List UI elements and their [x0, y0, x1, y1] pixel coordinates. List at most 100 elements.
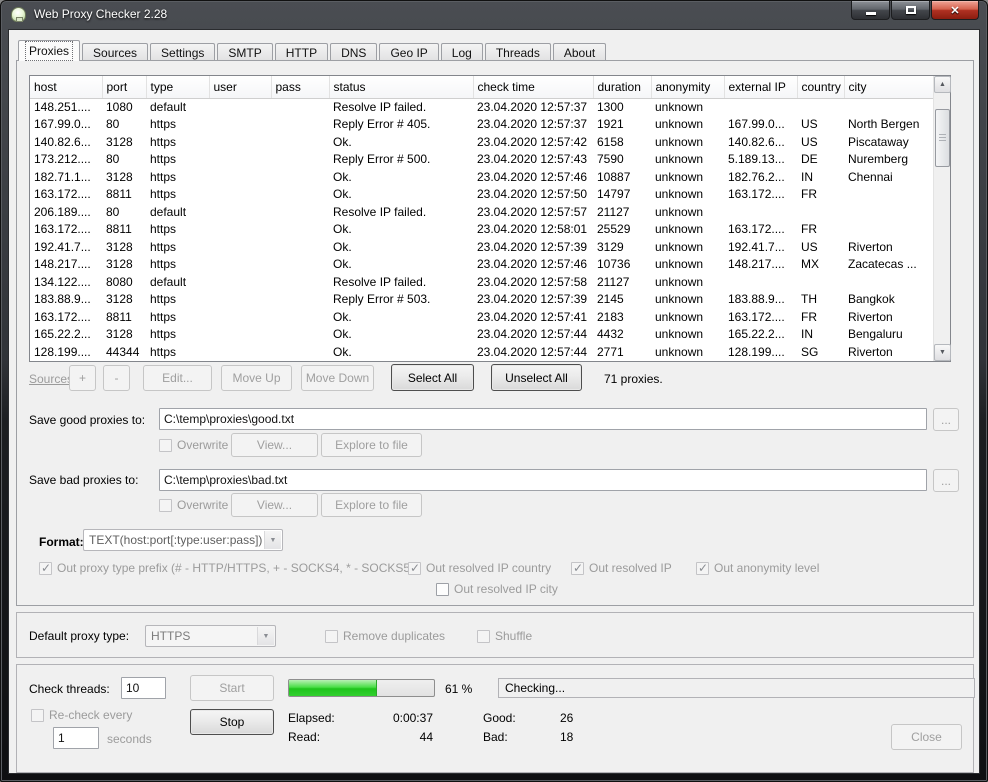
table-cell — [844, 221, 933, 239]
table-cell: 163.172.... — [728, 222, 785, 237]
table-cell: https — [150, 257, 177, 272]
save-good-path-input[interactable] — [159, 408, 927, 430]
minimize-button[interactable] — [851, 1, 890, 20]
out-prefix-checkbox[interactable]: Out proxy type prefix (# - HTTP/HTTPS, +… — [39, 561, 414, 575]
tab-proxies[interactable]: Proxies — [18, 40, 81, 61]
tab-settings[interactable]: Settings — [150, 43, 216, 60]
tab-about[interactable]: About — [552, 43, 607, 60]
column-header[interactable]: external IP — [724, 76, 798, 99]
table-cell: 2771 — [597, 344, 624, 359]
default-proxy-type-dropdown[interactable]: HTTPS ▼ — [145, 625, 276, 647]
table-cell: unknown — [655, 152, 704, 167]
table-cell — [271, 221, 329, 239]
table-row[interactable]: 206.189.... 80 default Resolve IP failed. 23… — [30, 203, 933, 221]
table-cell: 183.88.9... — [34, 292, 91, 307]
bad-label: Bad: — [483, 730, 508, 744]
tab-smtp[interactable]: SMTP — [217, 43, 273, 60]
progress-fill — [289, 680, 378, 696]
remove-button[interactable]: - — [103, 365, 130, 391]
recheck-seconds-input[interactable] — [53, 727, 99, 749]
column-header[interactable]: city — [844, 76, 934, 99]
close-window-button[interactable]: ✕ — [931, 1, 979, 20]
table-row[interactable]: 148.251.... 1080 default Resolve IP failed.… — [30, 98, 933, 116]
remove-duplicates-checkbox[interactable]: Remove duplicates — [325, 629, 445, 643]
add-button[interactable]: + — [69, 365, 96, 391]
table-row[interactable]: 163.172.... 8811 https Ok. 23.04.2020 12:57:… — [30, 186, 933, 204]
table-cell: 167.99.0... — [728, 117, 785, 132]
tab-http[interactable]: HTTP — [274, 43, 329, 60]
table-row[interactable]: 163.172.... 8811 https Ok. 23.04.2020 12:57:… — [30, 308, 933, 326]
table-row[interactable]: 128.199.... 44344 https Ok. 23.04.2020 12:57… — [30, 343, 933, 361]
out-country-checkbox[interactable]: Out resolved IP country — [408, 561, 551, 575]
shuffle-checkbox[interactable]: Shuffle — [477, 629, 532, 643]
column-header[interactable]: anonymity — [651, 76, 725, 99]
move-up-button[interactable]: Move Up — [221, 365, 292, 391]
save-good-browse-button[interactable]: ... — [933, 408, 959, 431]
table-row[interactable]: 192.41.7... 3128 https Ok. 23.04.2020 12:57:… — [30, 238, 933, 256]
table-cell: Ok. — [333, 187, 352, 202]
scroll-up-icon[interactable]: ▲ — [934, 76, 951, 93]
tab-dns[interactable]: DNS — [330, 43, 378, 60]
out-ip-checkbox[interactable]: Out resolved IP — [571, 561, 672, 575]
table-cell: 5.189.13... — [728, 152, 785, 167]
save-bad-path-input[interactable] — [159, 469, 927, 491]
recheck-checkbox[interactable]: Re-check every — [31, 708, 132, 722]
scrollbar-thumb[interactable] — [935, 109, 950, 167]
check-threads-input[interactable] — [121, 677, 166, 699]
scroll-down-icon[interactable]: ▼ — [934, 344, 951, 361]
move-down-button[interactable]: Move Down — [301, 365, 374, 391]
table-row[interactable]: 163.172.... 8811 https Ok. 23.04.2020 12:58:… — [30, 221, 933, 239]
column-header[interactable]: user — [209, 76, 272, 99]
save-bad-browse-button[interactable]: ... — [933, 469, 959, 492]
save-good-view-button[interactable]: View... — [231, 433, 318, 457]
save-bad-explore-button[interactable]: Explore to file — [321, 493, 422, 517]
column-header[interactable]: port — [102, 76, 147, 99]
tab-threads[interactable]: Threads — [484, 43, 551, 60]
table-row[interactable]: 173.212.... 80 https Reply Error # 500. 23.0… — [30, 151, 933, 169]
vertical-scrollbar[interactable]: ▲ ▼ — [933, 76, 951, 361]
save-good-explore-button[interactable]: Explore to file — [321, 433, 422, 457]
out-city-checkbox[interactable]: Out resolved IP city — [436, 582, 558, 596]
save-bad-overwrite-checkbox[interactable]: Overwrite — [159, 498, 228, 512]
table-row[interactable]: 165.22.2... 3128 https Ok. 23.04.2020 12:57:… — [30, 326, 933, 344]
column-header[interactable]: duration — [593, 76, 652, 99]
table-row[interactable]: 182.71.1... 3128 https Ok. 23.04.2020 12:57:… — [30, 168, 933, 186]
table-cell: 148.217.... — [728, 257, 785, 272]
column-header[interactable]: status — [329, 76, 474, 99]
table-row[interactable]: 140.82.6... 3128 https Ok. 23.04.2020 12:57:… — [30, 133, 933, 151]
edit-button[interactable]: Edit... — [143, 365, 212, 391]
tab-geo-ip[interactable]: Geo IP — [379, 43, 439, 60]
table-cell: https — [150, 134, 177, 149]
unselect-all-button[interactable]: Unselect All — [491, 364, 582, 391]
table-cell: North Bergen — [848, 117, 920, 132]
table-row[interactable]: 183.88.9... 3128 https Reply Error # 503. 23… — [30, 291, 933, 309]
select-all-button[interactable]: Select All — [391, 364, 474, 391]
table-row[interactable]: 148.217.... 3128 https Ok. 23.04.2020 12:57:… — [30, 256, 933, 274]
column-header[interactable]: country — [797, 76, 845, 99]
title-bar[interactable]: Web Proxy Checker 2.28 ✕ — [1, 1, 987, 29]
start-button[interactable]: Start — [190, 675, 274, 701]
column-header[interactable]: host — [30, 76, 103, 99]
tab-sources[interactable]: Sources — [82, 43, 149, 60]
table-row[interactable]: 167.99.0... 80 https Reply Error # 405. 23.0… — [30, 116, 933, 134]
proxy-list[interactable]: host port type user pass status check time dura… — [29, 75, 951, 362]
stop-button[interactable]: Stop — [190, 709, 274, 735]
table-row[interactable]: 134.122.... 8080 default Resolve IP failed.… — [30, 273, 933, 291]
table-cell: https — [150, 222, 177, 237]
save-bad-view-button[interactable]: View... — [231, 493, 318, 517]
table-cell — [271, 238, 329, 256]
tab-log[interactable]: Log — [440, 43, 483, 60]
column-header[interactable]: pass — [271, 76, 330, 99]
column-header[interactable]: check time — [473, 76, 594, 99]
tab-label: Settings — [161, 46, 205, 60]
out-anonymity-checkbox[interactable]: Out anonymity level — [696, 561, 819, 575]
elapsed-label: Elapsed: — [288, 711, 335, 725]
table-cell: IN — [801, 327, 813, 342]
column-header[interactable]: type — [146, 76, 210, 99]
close-button[interactable]: Close — [891, 724, 962, 750]
sources-link[interactable]: Sources — [29, 372, 73, 386]
table-cell — [271, 98, 329, 116]
save-good-overwrite-checkbox[interactable]: Overwrite — [159, 438, 228, 452]
maximize-button[interactable] — [891, 1, 930, 20]
format-dropdown[interactable]: TEXT(host:port[:type:user:pass]) ▼ — [83, 529, 283, 551]
